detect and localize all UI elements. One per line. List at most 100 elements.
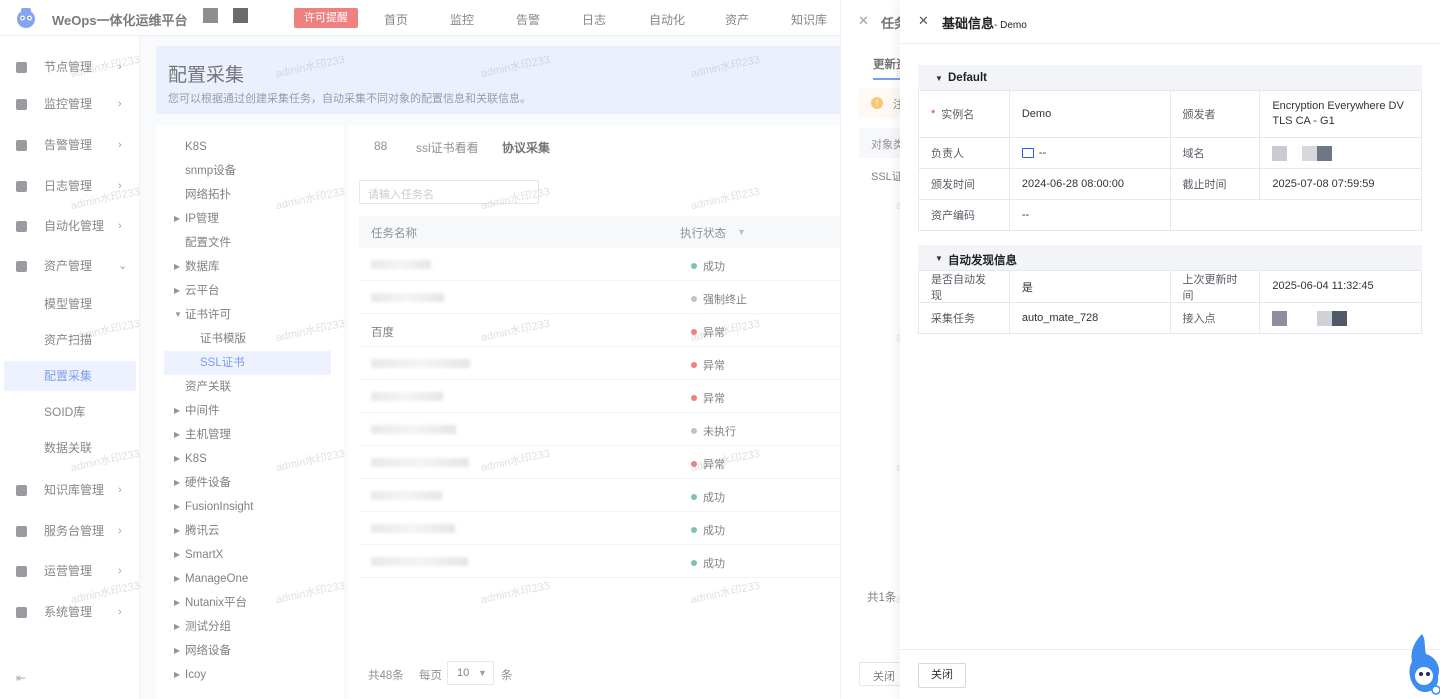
app-logo-icon[interactable] (14, 7, 38, 29)
tree-item[interactable]: ▶ 主机管理 (156, 423, 344, 447)
tree-item[interactable]: 配置文件 (156, 231, 344, 255)
nav-asset[interactable]: 资产 (725, 11, 749, 28)
table-row[interactable]: 成功 (359, 512, 848, 545)
collapse-sidebar-icon[interactable]: ⇤ (16, 671, 26, 685)
task-name-cell[interactable] (371, 491, 442, 500)
toolbar-square-icon[interactable] (203, 8, 218, 23)
page-size-select[interactable]: 10 ▼ (447, 661, 494, 685)
close-icon[interactable]: ✕ (858, 13, 869, 29)
field-label: 颁发时间 (919, 169, 1010, 199)
caret-right-icon: ▶ (174, 214, 181, 223)
task-search-input[interactable]: 请输入任务名 (359, 180, 539, 204)
tree-item[interactable]: K8S (156, 135, 344, 159)
task-name-cell[interactable] (371, 359, 470, 368)
tree-item[interactable]: ▶ K8S (156, 447, 344, 471)
nav-alarm[interactable]: 告警 (516, 11, 540, 28)
chevron-down-icon: ⌄ (118, 260, 128, 272)
table-row[interactable]: 未执行 (359, 413, 848, 446)
nav-monitor[interactable]: 监控 (450, 11, 474, 28)
table-row[interactable]: 强制终止 (359, 281, 848, 314)
table-row[interactable]: 成功 (359, 479, 848, 512)
tree-item[interactable]: 资产关联 (156, 375, 344, 399)
section-default[interactable]: ▼ Default (918, 65, 1422, 91)
tree-item[interactable]: ▶ Icoy (156, 663, 344, 687)
sidebar-item-asset[interactable]: 资产管理 ⌄ (0, 250, 140, 282)
sidebar-item-alarm[interactable]: 告警管理 › (0, 129, 140, 161)
nav-automation[interactable]: 自动化 (649, 11, 685, 28)
table-row[interactable]: 成功 (359, 248, 848, 281)
sidebar-sub-data-relation[interactable]: 数据关联 (4, 433, 136, 463)
license-reminder-button[interactable]: 许可提醒 (294, 8, 358, 28)
task-name-cell[interactable] (371, 557, 468, 566)
task-drawer-count: 共1条 (867, 592, 897, 604)
alarm-icon (16, 140, 27, 151)
tree-item[interactable]: ▶ FusionInsight (156, 495, 344, 519)
tree-item[interactable]: ▶ 测试分组 (156, 615, 344, 639)
sidebar-sub-config-collect[interactable]: 配置采集 (4, 361, 136, 391)
sidebar-item-monitor[interactable]: 监控管理 › (0, 88, 140, 120)
field-value-instance-name: Demo (1010, 91, 1171, 137)
nav-home[interactable]: 首页 (384, 11, 408, 28)
tree-item[interactable]: ▶ ManageOne (156, 567, 344, 591)
sidebar-sub-scan[interactable]: 资产扫描 (4, 325, 136, 355)
sidebar-item-automation[interactable]: 自动化管理 › (0, 210, 140, 242)
assistant-mascot-icon[interactable] (1402, 632, 1440, 696)
task-drawer-title: 任务 (881, 16, 900, 31)
tab-protocol-collect[interactable]: 协议采集 (502, 139, 550, 156)
table-row[interactable]: 异常 (359, 380, 848, 413)
nav-log[interactable]: 日志 (582, 11, 606, 28)
tree-item[interactable]: ▶ 数据库 (156, 255, 344, 279)
tree-item[interactable]: ▶ IP管理 (156, 207, 344, 231)
task-name-cell[interactable] (371, 458, 469, 467)
table-row[interactable]: 成功 (359, 545, 848, 578)
tree-item[interactable]: ▶ 云平台 (156, 279, 344, 303)
sidebar-item-operation[interactable]: 运营管理 › (0, 555, 140, 587)
tree-item[interactable]: ▶ 中间件 (156, 399, 344, 423)
sidebar-sub-model[interactable]: 模型管理 (4, 289, 136, 319)
tree-item[interactable]: ▶ 网络设备 (156, 639, 344, 663)
task-name-cell[interactable] (371, 260, 431, 269)
field-value-empty (1260, 200, 1423, 230)
tree-item[interactable]: ▶ Nutanix平台 (156, 591, 344, 615)
sidebar-item-service-desk[interactable]: 服务台管理 › (0, 515, 140, 547)
sidebar-item-log[interactable]: 日志管理 › (0, 170, 140, 202)
sidebar-item-knowledge[interactable]: 知识库管理 › (0, 474, 140, 506)
info-row: 采集任务 auto_mate_728 接入点 (919, 303, 1422, 334)
tab-88[interactable]: 88 (374, 139, 387, 153)
sidebar-sub-soid[interactable]: SOID库 (4, 397, 136, 427)
sidebar-item-node[interactable]: 节点管理 › (0, 51, 140, 83)
tree-item[interactable]: ▶ SmartX (156, 543, 344, 567)
task-name-cell[interactable] (371, 524, 455, 533)
table-row[interactable]: 异常 (359, 347, 848, 380)
task-name-cell[interactable] (371, 425, 456, 434)
section-auto-discovery[interactable]: ▼ 自动发现信息 (918, 245, 1422, 271)
tree-item[interactable]: ▶ 硬件设备 (156, 471, 344, 495)
chevron-right-icon: › (118, 525, 122, 537)
tree-item[interactable]: 网络拓扑 (156, 183, 344, 207)
tab-update[interactable]: 更新资 (873, 56, 900, 72)
sidebar-item-system[interactable]: 系统管理 › (0, 596, 140, 628)
tree-item-ssl-cert[interactable]: SSL证书 (164, 351, 331, 375)
task-name-cell[interactable] (371, 392, 443, 401)
tree-item[interactable]: 证书模版 (156, 327, 344, 351)
nav-knowledge[interactable]: 知识库 (791, 11, 827, 28)
tree-item[interactable]: ▼ 证书许可 (156, 303, 344, 327)
close-icon[interactable]: ✕ (918, 13, 929, 29)
tree-item[interactable]: snmp设备 (156, 159, 344, 183)
status-dot-icon (691, 494, 697, 500)
filter-icon[interactable]: ▼ (737, 227, 746, 237)
table-row[interactable]: 百度 异常 (359, 314, 848, 347)
tab-ssl-cert[interactable]: ssl证书看看 (416, 139, 479, 156)
table-row[interactable]: 异常 (359, 446, 848, 479)
info-row: 负责人 -- 域名 (919, 138, 1422, 169)
tree-item[interactable]: ▶ 腾讯云 (156, 519, 344, 543)
task-drawer-close-button[interactable]: 关闭 (859, 662, 900, 686)
object-type-cell: SSL证 (871, 171, 900, 183)
task-name-cell[interactable] (371, 293, 444, 302)
close-button[interactable]: 关闭 (918, 663, 966, 688)
column-header-status[interactable]: 执行状态 (680, 225, 726, 241)
task-name-cell[interactable]: 百度 (371, 324, 394, 340)
toolbar-square-icon[interactable] (233, 8, 248, 23)
field-value-expire-time: 2025-07-08 07:59:59 (1260, 169, 1422, 199)
field-label (1171, 200, 1261, 230)
